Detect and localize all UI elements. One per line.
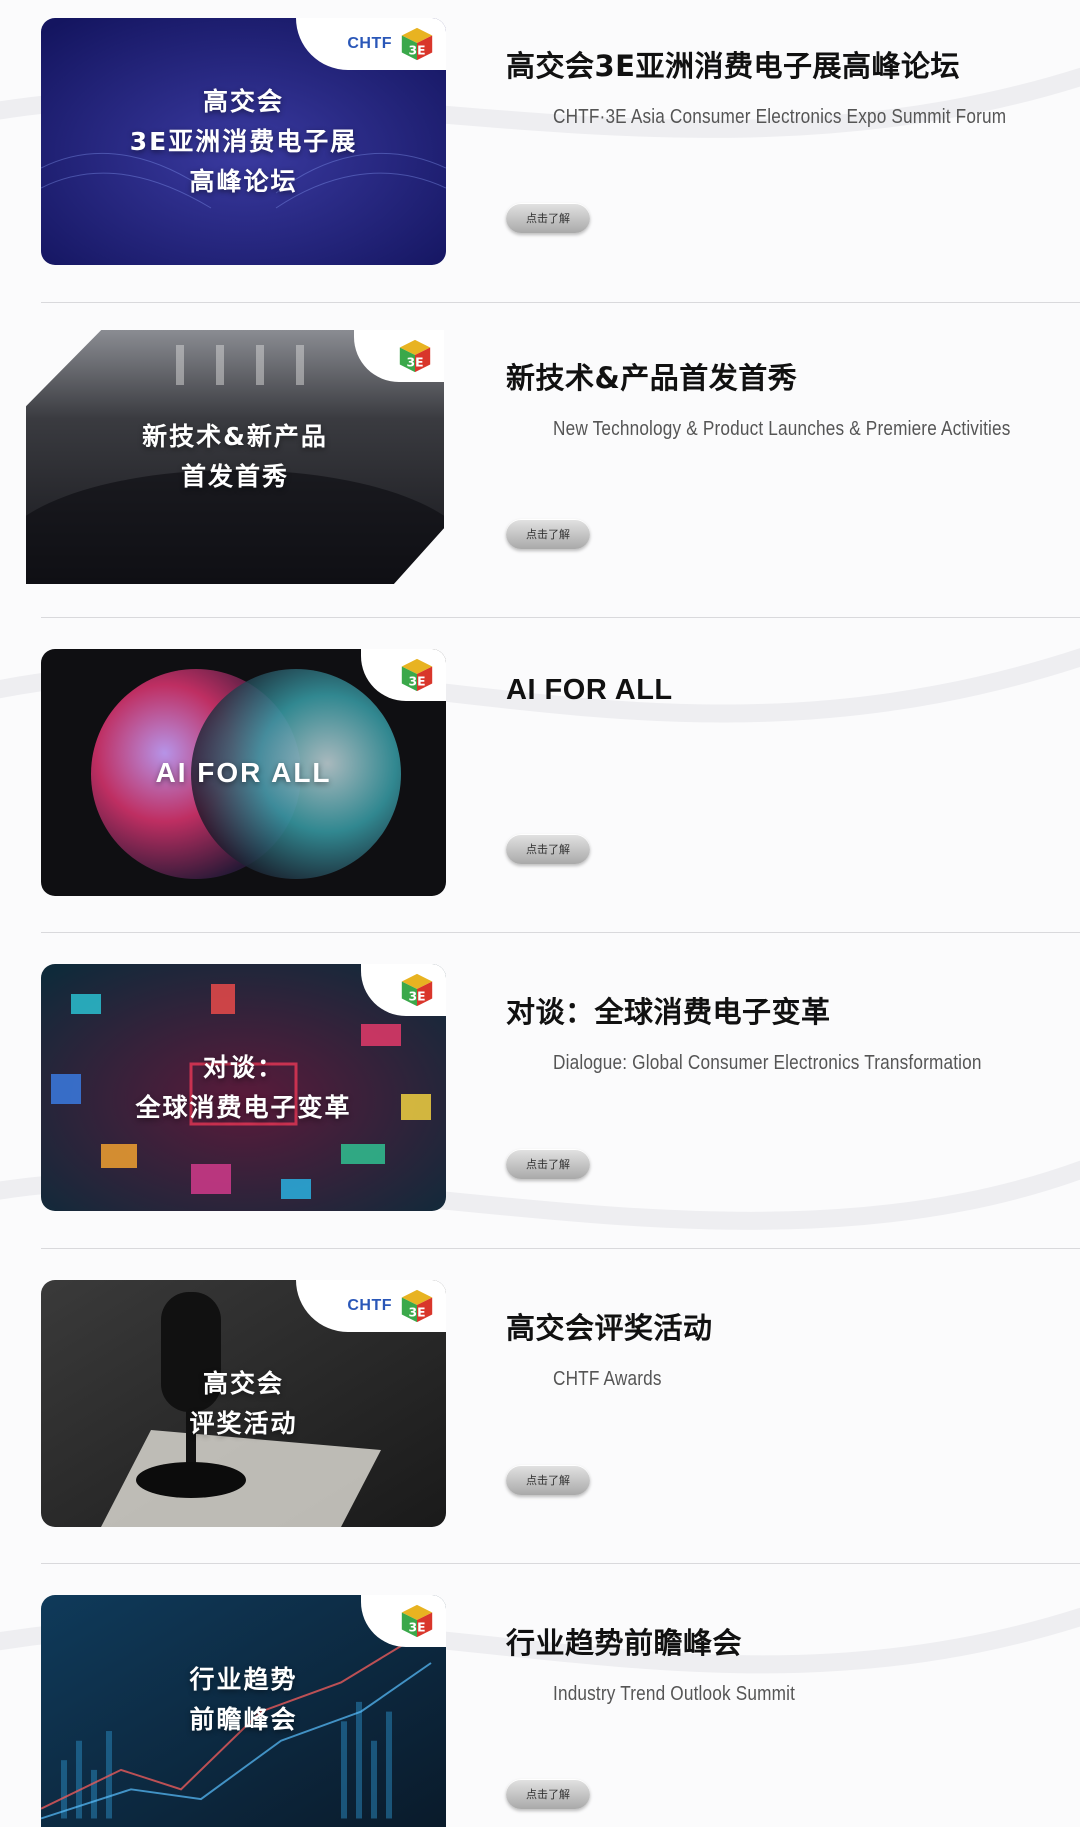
learn-more-button[interactable]: 点击了解 (506, 519, 590, 549)
svg-text:3E: 3E (408, 989, 425, 1003)
event-thumbnail[interactable]: CHTF 3E 高交会 评奖活动 (41, 1280, 446, 1527)
learn-more-button[interactable]: 点击了解 (506, 834, 590, 864)
chtf-logo: CHTF (347, 1297, 392, 1314)
chtf-logo: CHTF (347, 35, 392, 52)
event-thumbnail[interactable]: 3E AI FOR ALL (41, 649, 446, 896)
divider (41, 617, 1080, 618)
divider (41, 302, 1080, 303)
event-subtitle: New Technology & Product Launches & Prem… (553, 418, 1011, 440)
event-card-launches: 3E 新技术&新产品 首发首秀 新技术&产品首发首秀 New Technolog… (26, 330, 1080, 584)
thumbnail-caption: 对谈： 全球消费电子变革 (135, 1052, 352, 1122)
event-title: 高交会3E亚洲消费电子展高峰论坛 (506, 49, 960, 83)
3e-cube-icon: 3E (401, 1604, 433, 1638)
event-title: 对谈：全球消费电子变革 (506, 995, 831, 1029)
event-card-awards: CHTF 3E 高交会 评奖活动 高交会评奖活动 CHTF Awards 点击了… (41, 1280, 1080, 1530)
event-thumbnail[interactable]: 3E 行业趋势 前瞻峰会 (41, 1595, 446, 1827)
event-subtitle: Dialogue: Global Consumer Electronics Tr… (553, 1052, 982, 1074)
thumbnail-caption: AI FOR ALL (155, 756, 332, 788)
event-thumbnail[interactable]: 3E 对谈： 全球消费电子变革 (41, 964, 446, 1211)
background-wave-pattern (0, 67, 1080, 1674)
event-title: 行业趋势前瞻峰会 (506, 1626, 743, 1660)
thumbnail-caption: 行业趋势 前瞻峰会 (189, 1665, 298, 1734)
svg-text:3E: 3E (408, 1305, 425, 1319)
divider (41, 1563, 1080, 1564)
event-thumbnail[interactable]: CHTF 3E 高交会 3E亚洲消费电子展 高峰论坛 (41, 18, 446, 265)
3e-cube-icon: 3E (401, 27, 433, 61)
event-card-dialogue: 3E 对谈： 全球消费电子变革 对谈：全球消费电子变革 Dialogue: Gl… (41, 964, 1080, 1214)
event-title: 高交会评奖活动 (506, 1311, 713, 1345)
learn-more-button[interactable]: 点击了解 (506, 1149, 590, 1179)
event-title: 新技术&产品首发首秀 (506, 361, 798, 395)
3e-cube-icon: 3E (401, 1289, 433, 1323)
event-subtitle: CHTF·3E Asia Consumer Electronics Expo S… (553, 106, 1007, 128)
3e-cube-icon: 3E (399, 339, 431, 373)
3e-cube-icon: 3E (401, 658, 433, 692)
learn-more-button[interactable]: 点击了解 (506, 1779, 590, 1809)
svg-text:3E: 3E (406, 355, 423, 369)
event-subtitle: CHTF Awards (553, 1368, 662, 1390)
event-subtitle: Industry Trend Outlook Summit (553, 1683, 796, 1705)
learn-more-button[interactable]: 点击了解 (506, 1465, 590, 1495)
divider (41, 1248, 1080, 1249)
event-title: AI FOR ALL (506, 674, 673, 706)
svg-text:3E: 3E (408, 1620, 425, 1634)
3e-cube-icon: 3E (401, 973, 433, 1007)
event-thumbnail[interactable]: 3E 新技术&新产品 首发首秀 (26, 330, 444, 584)
svg-text:3E: 3E (408, 674, 425, 688)
event-card-trend-summit: 3E 行业趋势 前瞻峰会 行业趋势前瞻峰会 Industry Trend Out… (41, 1595, 1080, 1827)
event-card-ai-for-all: 3E AI FOR ALL AI FOR ALL 点击了解 (41, 649, 1080, 899)
learn-more-button[interactable]: 点击了解 (506, 203, 590, 233)
thumbnail-caption: 新技术&新产品 首发首秀 (142, 422, 328, 491)
svg-text:3E: 3E (408, 43, 425, 57)
thumbnail-caption: 高交会 3E亚洲消费电子展 高峰论坛 (129, 86, 358, 196)
divider (41, 932, 1080, 933)
thumbnail-caption: 高交会 评奖活动 (189, 1368, 298, 1438)
event-card-summit-forum: CHTF 3E 高交会 3E亚洲消费电子展 高峰论坛 高交会3E亚洲消费电子展高… (41, 18, 1080, 268)
